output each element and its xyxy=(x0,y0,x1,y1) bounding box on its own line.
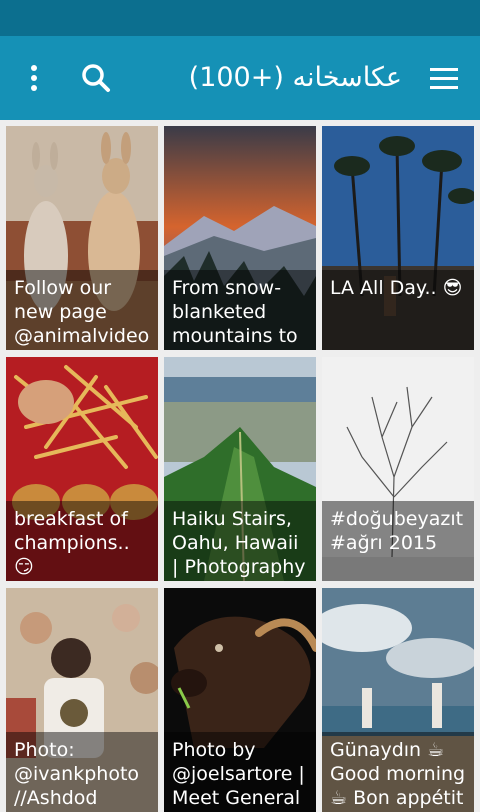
post-caption: Haiku Stairs, Oahu, Hawaii | Photography xyxy=(164,501,316,581)
search-icon[interactable] xyxy=(74,56,118,100)
photo-grid: Follow our new page @animalvideo From sn… xyxy=(6,126,474,812)
post-caption: LA All Day.. 😎 xyxy=(322,270,474,350)
post-caption: Follow our new page @animalvideo xyxy=(6,270,158,350)
photo-tile[interactable]: #doğubeyazıt #ağrı 2015 xyxy=(322,357,474,581)
photo-tile[interactable]: Günaydın ☕ Good morning ☕ Bon appétit xyxy=(322,588,474,812)
post-caption: breakfast of champions.. 😏 xyxy=(6,501,158,581)
photo-tile[interactable]: LA All Day.. 😎 xyxy=(322,126,474,350)
post-caption: Photo by @joelsartore | Meet General xyxy=(164,732,316,812)
photo-tile[interactable]: breakfast of champions.. 😏 xyxy=(6,357,158,581)
overflow-menu-icon[interactable] xyxy=(14,58,54,98)
post-caption: Photo: @ivankphoto //Ashdod xyxy=(6,732,158,812)
photo-tile[interactable]: Follow our new page @animalvideo xyxy=(6,126,158,350)
post-caption: #doğubeyazıt #ağrı 2015 xyxy=(322,501,474,581)
photo-tile[interactable]: Haiku Stairs, Oahu, Hawaii | Photography xyxy=(164,357,316,581)
photo-tile[interactable]: Photo by @joelsartore | Meet General xyxy=(164,588,316,812)
photo-tile[interactable]: From snow-blanketed mountains to xyxy=(164,126,316,350)
hamburger-menu-icon[interactable] xyxy=(420,56,468,100)
status-bar xyxy=(0,0,480,36)
photo-tile[interactable]: Photo: @ivankphoto //Ashdod xyxy=(6,588,158,812)
app-bar: عکاسخانه (+100) xyxy=(0,36,480,120)
post-caption: Günaydın ☕ Good morning ☕ Bon appétit xyxy=(322,732,474,812)
page-title: عکاسخانه (+100) xyxy=(188,62,402,93)
post-caption: From snow-blanketed mountains to xyxy=(164,270,316,350)
